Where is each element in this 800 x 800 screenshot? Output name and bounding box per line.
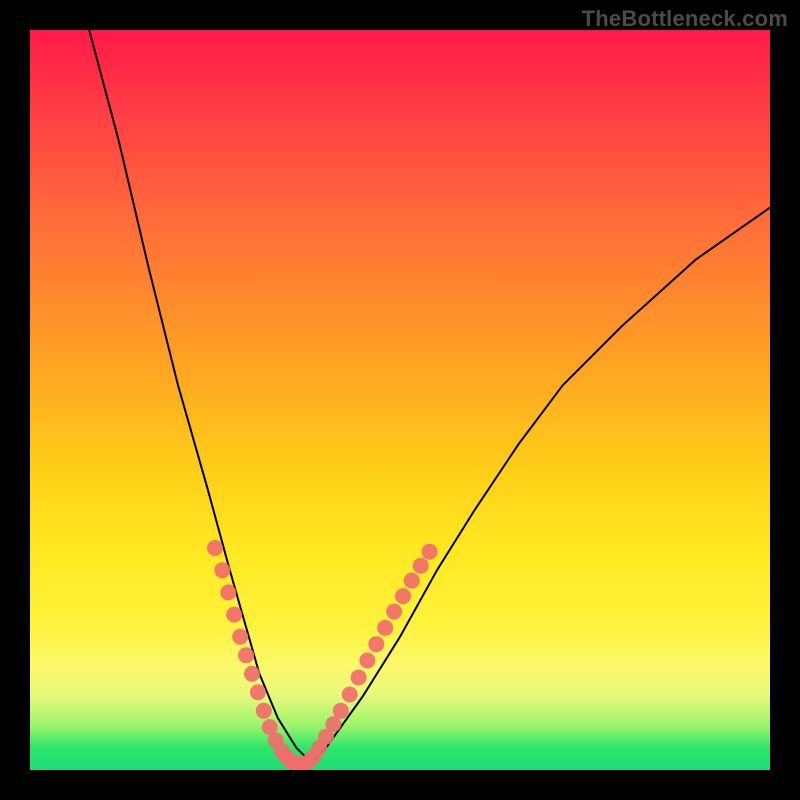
marker-dot — [422, 544, 438, 560]
marker-dot — [359, 653, 375, 669]
marker-dot — [244, 666, 260, 682]
chart-frame: TheBottleneck.com — [0, 0, 800, 800]
marker-dot — [214, 562, 230, 578]
curve-svg — [30, 30, 770, 770]
marker-dot — [368, 636, 384, 652]
marker-dot — [250, 684, 266, 700]
marker-dot — [377, 620, 393, 636]
marker-dot — [220, 584, 236, 600]
marker-dot — [256, 703, 272, 719]
marker-points — [207, 540, 438, 770]
marker-dot — [333, 703, 349, 719]
marker-dot — [238, 647, 254, 663]
watermark-text: TheBottleneck.com — [582, 6, 788, 32]
marker-dot — [386, 604, 402, 620]
marker-dot — [351, 670, 367, 686]
marker-dot — [232, 629, 248, 645]
bottleneck-curve-path — [89, 30, 770, 763]
marker-dot — [395, 588, 411, 604]
marker-dot — [207, 540, 223, 556]
marker-dot — [404, 573, 420, 589]
marker-dot — [226, 607, 242, 623]
plot-area — [30, 30, 770, 770]
marker-dot — [413, 558, 429, 574]
marker-dot — [342, 687, 358, 703]
bottleneck-curve — [89, 30, 770, 763]
